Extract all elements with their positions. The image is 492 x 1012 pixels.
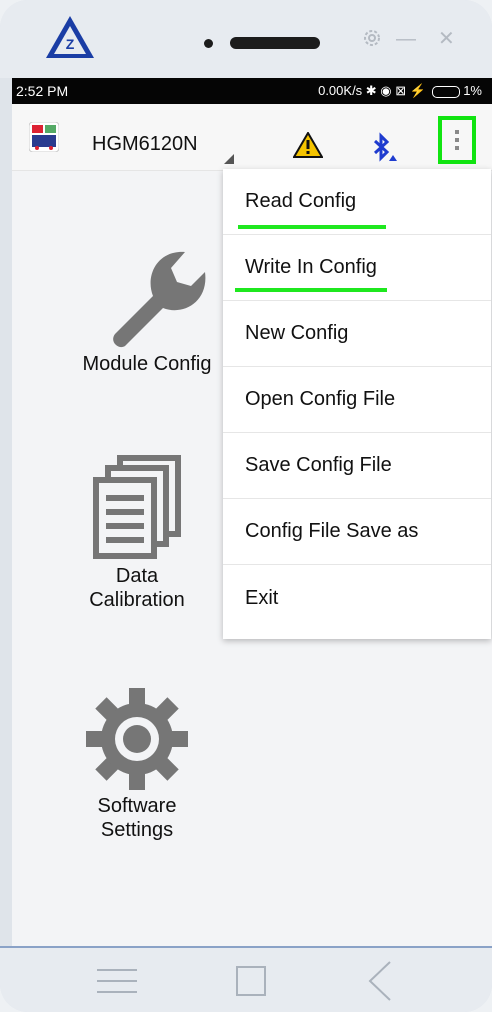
menu-item-read-config[interactable]: Read Config bbox=[223, 169, 491, 235]
documents-icon bbox=[93, 455, 181, 559]
menu-item-label: Open Config File bbox=[245, 388, 396, 410]
menu-item-write-in-config[interactable]: Write In Config bbox=[223, 235, 491, 301]
window-settings-icon[interactable] bbox=[362, 28, 382, 48]
module-config-tile[interactable]: Module Config bbox=[62, 232, 232, 376]
menu-item-label: Read Config bbox=[245, 190, 357, 212]
status-bar: 2:52 PM 0.00K/s ✱ ◉ ⊠ ⚡ 1% bbox=[12, 78, 492, 104]
back-icon[interactable] bbox=[366, 960, 392, 1002]
menu-item-label: New Config bbox=[245, 322, 349, 344]
menu-item-save-config-file[interactable]: Save Config File bbox=[223, 433, 491, 499]
menu-item-config-file-save-as[interactable]: Config File Save as bbox=[223, 499, 491, 565]
status-network-speed: 0.00K/s ✱ ◉ ⊠ ⚡ bbox=[318, 83, 426, 98]
speaker-slot bbox=[230, 37, 320, 49]
battery-icon bbox=[431, 85, 460, 98]
module-config-label: Module Config bbox=[82, 353, 212, 375]
svg-text:Z: Z bbox=[66, 36, 75, 52]
app-icon bbox=[29, 122, 59, 152]
app-screen: HGM6120N Module Config Data Calibration … bbox=[12, 104, 492, 946]
home-button[interactable] bbox=[236, 966, 266, 996]
menu-item-open-config-file[interactable]: Open Config File bbox=[223, 367, 491, 433]
highlight-underline bbox=[235, 288, 387, 292]
status-time: 2:52 PM bbox=[16, 83, 69, 99]
window-minimize-button[interactable]: — bbox=[396, 28, 416, 51]
navigation-bar bbox=[0, 946, 492, 1012]
overflow-dot bbox=[455, 130, 459, 134]
menu-item-label: Exit bbox=[245, 586, 279, 609]
menu-item-label: Write In Config bbox=[245, 256, 377, 278]
overflow-menu: Read Config Write In Config New Config O… bbox=[223, 169, 491, 639]
data-calibration-tile[interactable]: Data Calibration bbox=[62, 454, 212, 612]
menu-item-label: Save Config File bbox=[245, 454, 392, 476]
window-top-bar: Z — ✕ bbox=[0, 0, 492, 78]
battery-percent: 1% bbox=[463, 83, 482, 98]
gear-icon bbox=[86, 688, 188, 790]
software-settings-label: Software Settings bbox=[97, 795, 177, 841]
bluetooth-icon[interactable] bbox=[369, 132, 399, 162]
data-calibration-label: Data Calibration bbox=[89, 565, 185, 611]
menu-item-exit[interactable]: Exit bbox=[223, 565, 491, 631]
camera-dot bbox=[204, 39, 213, 48]
menu-icon[interactable] bbox=[97, 967, 137, 995]
wrench-icon bbox=[113, 251, 206, 348]
highlight-underline bbox=[238, 225, 386, 229]
warning-icon[interactable] bbox=[293, 132, 323, 158]
device-dropdown-icon[interactable] bbox=[224, 154, 234, 164]
device-name[interactable]: HGM6120N bbox=[92, 133, 198, 156]
phone-frame: Z — ✕ 2:52 PM 0.00K/s ✱ ◉ ⊠ ⚡ 1% HGM6120… bbox=[0, 0, 492, 1012]
menu-item-label: Config File Save as bbox=[245, 520, 419, 542]
overflow-dot bbox=[455, 138, 459, 142]
app-bar: HGM6120N bbox=[12, 104, 492, 171]
window-close-button[interactable]: ✕ bbox=[438, 26, 455, 51]
status-indicators: 0.00K/s ✱ ◉ ⊠ ⚡ 1% bbox=[318, 83, 482, 99]
overflow-dot bbox=[455, 146, 459, 150]
app-logo-icon: Z bbox=[46, 16, 94, 58]
overflow-menu-button[interactable] bbox=[438, 116, 476, 164]
menu-item-new-config[interactable]: New Config bbox=[223, 301, 491, 367]
software-settings-tile[interactable]: Software Settings bbox=[62, 684, 212, 842]
